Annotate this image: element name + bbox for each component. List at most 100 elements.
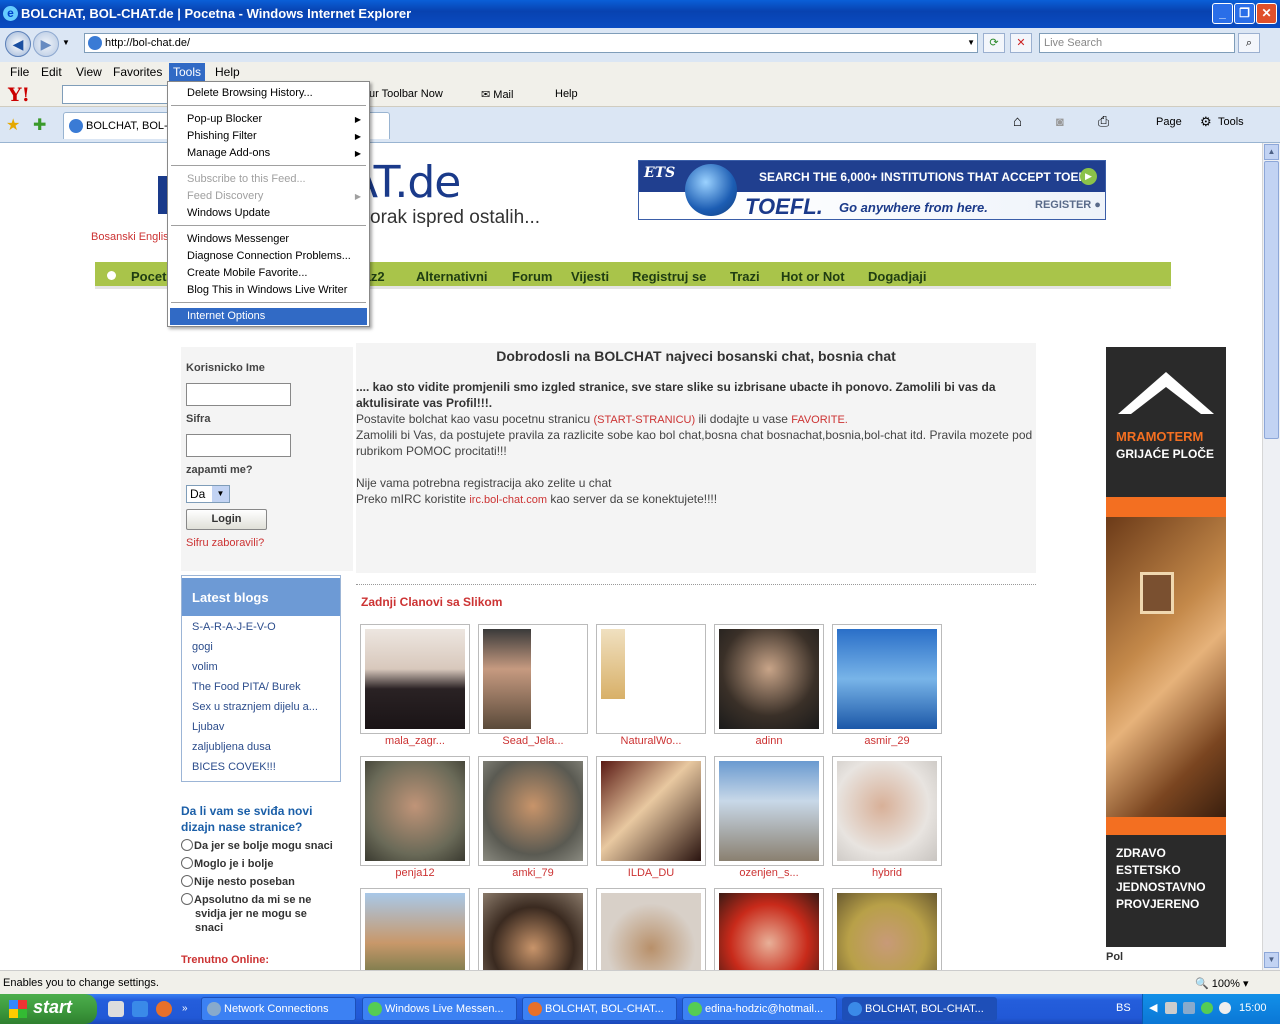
menu-popup-blocker[interactable]: Pop-up Blocker ▶ <box>170 111 367 128</box>
blog-link[interactable]: volim <box>192 661 218 673</box>
member-name[interactable]: hybrid <box>832 867 942 879</box>
tray-icon[interactable] <box>1201 1002 1213 1014</box>
help-button[interactable]: Help <box>555 88 578 100</box>
ie-quicklaunch-icon[interactable] <box>132 1001 148 1017</box>
menu-windows-messenger[interactable]: Windows Messenger <box>170 231 367 248</box>
menu-edit[interactable]: Edit <box>41 65 62 79</box>
member-photo[interactable] <box>596 888 706 970</box>
member-photo[interactable] <box>360 756 470 866</box>
blog-link[interactable]: gogi <box>192 641 213 653</box>
language-links[interactable]: Bosanski Englis <box>91 231 169 243</box>
menu-create-mobile-favorite[interactable]: Create Mobile Favorite... <box>170 265 367 282</box>
refresh-icon[interactable]: ⟳ <box>983 33 1005 53</box>
start-button[interactable]: start <box>0 994 97 1024</box>
menu-phishing-filter[interactable]: Phishing Filter ▶ <box>170 128 367 145</box>
vertical-scrollbar[interactable]: ▲ ▼ <box>1262 143 1280 970</box>
radio-icon[interactable] <box>181 893 193 905</box>
menu-view[interactable]: View <box>76 65 102 79</box>
nav-registruj[interactable]: Registruj se <box>632 269 706 284</box>
forward-button[interactable]: ▶ <box>33 31 59 57</box>
menu-internet-options[interactable]: Internet Options <box>170 308 367 325</box>
quicklaunch-more-icon[interactable]: » <box>182 1003 188 1014</box>
task-network-connections[interactable]: Network Connections <box>201 997 356 1021</box>
search-input[interactable]: Live Search <box>1039 33 1235 53</box>
member-photo[interactable] <box>478 756 588 866</box>
remember-select[interactable]: Da ▼ <box>186 485 230 503</box>
favorites-star-icon[interactable]: ★ <box>6 115 20 135</box>
menu-tools[interactable]: Tools <box>169 63 206 81</box>
tray-icon[interactable] <box>1165 1002 1177 1014</box>
member-photo[interactable] <box>360 888 470 970</box>
member-photo[interactable] <box>714 888 824 970</box>
home-icon[interactable]: ⌂ <box>1013 113 1022 130</box>
firefox-quicklaunch-icon[interactable] <box>156 1001 172 1017</box>
tools-command-menu[interactable]: Tools <box>1218 116 1244 128</box>
scroll-thumb[interactable] <box>1264 161 1279 439</box>
member-name[interactable]: NaturalWo... <box>596 735 706 747</box>
back-button[interactable]: ◀ <box>5 31 31 57</box>
feeds-icon[interactable]: ◙ <box>1056 114 1064 129</box>
member-photo[interactable] <box>478 624 588 734</box>
password-field[interactable] <box>186 434 291 457</box>
maximize-button[interactable]: ❐ <box>1234 3 1255 24</box>
tray-icon[interactable] <box>1183 1002 1195 1014</box>
forgot-password-link[interactable]: Sifru zaboravili? <box>186 537 264 549</box>
print-icon[interactable]: ⎙ <box>1098 113 1109 130</box>
member-name[interactable]: mala_zagr... <box>360 735 470 747</box>
menu-favorites[interactable]: Favorites <box>113 65 162 79</box>
menu-blog-this[interactable]: Blog This in Windows Live Writer <box>170 282 367 299</box>
nav-hot-or-not[interactable]: Hot or Not <box>781 269 845 284</box>
task-messenger[interactable]: Windows Live Messen... <box>362 997 517 1021</box>
tray-expand-icon[interactable]: ◀ <box>1149 1001 1157 1014</box>
member-photo[interactable] <box>478 888 588 970</box>
menu-help[interactable]: Help <box>215 65 240 79</box>
username-field[interactable] <box>186 383 291 406</box>
member-name[interactable]: Sead_Jela... <box>478 735 588 747</box>
menu-delete-history[interactable]: Delete Browsing History... <box>170 85 367 102</box>
blog-link[interactable]: S-A-R-A-J-E-V-O <box>192 621 276 633</box>
poll-option[interactable]: Da jer se bolje mogu snaci <box>181 839 333 853</box>
menu-diagnose-connection[interactable]: Diagnose Connection Problems... <box>170 248 367 265</box>
zoom-control[interactable]: 🔍 100% ▾ <box>1195 977 1248 990</box>
member-name[interactable]: amki_79 <box>478 867 588 879</box>
menu-windows-update[interactable]: Windows Update <box>170 205 367 222</box>
radio-icon[interactable] <box>181 839 193 851</box>
poll-option[interactable]: Moglo je i bolje <box>181 857 273 871</box>
member-name[interactable]: ILDA_DU <box>596 867 706 879</box>
show-desktop-icon[interactable] <box>108 1001 124 1017</box>
member-photo[interactable] <box>832 888 942 970</box>
poll-option[interactable]: Apsolutno da mi se ne svidja jer ne mogu… <box>181 893 331 935</box>
scroll-up-icon[interactable]: ▲ <box>1264 144 1279 160</box>
toefl-banner-ad[interactable]: ETS SEARCH THE 6,000+ INSTITUTIONS THAT … <box>638 160 1106 220</box>
nav-home[interactable]: Pocet <box>131 269 166 284</box>
member-photo[interactable] <box>714 756 824 866</box>
menu-manage-addons[interactable]: Manage Add-ons ▶ <box>170 145 367 162</box>
mail-button[interactable]: ✉ Mail <box>481 88 513 101</box>
nav-alternativni[interactable]: Alternativni <box>416 269 488 284</box>
task-bolchat-firefox[interactable]: BOLCHAT, BOL-CHAT... <box>522 997 677 1021</box>
blog-link[interactable]: Ljubav <box>192 721 224 733</box>
member-photo[interactable] <box>596 756 706 866</box>
favorites-link[interactable]: FAVORITE. <box>791 414 848 426</box>
nav-dogadjaji[interactable]: Dogadjaji <box>868 269 927 284</box>
mramoterm-ad[interactable]: MRAMOTERM GRIJAĆE PLOČE ZDRAVO ESTETSKO … <box>1106 347 1226 947</box>
member-name[interactable]: asmir_29 <box>832 735 942 747</box>
member-photo[interactable] <box>832 756 942 866</box>
search-icon[interactable]: ⌕ <box>1238 33 1260 53</box>
tray-icon[interactable] <box>1219 1002 1231 1014</box>
member-photo[interactable] <box>596 624 706 734</box>
add-favorites-icon[interactable]: ✚ <box>33 115 46 135</box>
nav-trazi[interactable]: Trazi <box>730 269 760 284</box>
member-photo[interactable] <box>832 624 942 734</box>
address-bar[interactable]: http://bol-chat.de/ ▼ <box>84 33 978 53</box>
blog-link[interactable]: BICES COVEK!!! <box>192 761 276 773</box>
blog-link[interactable]: Sex u straznjem dijelu a... <box>192 701 318 713</box>
blog-link[interactable]: The Food PITA/ Burek <box>192 681 301 693</box>
member-photo[interactable] <box>360 624 470 734</box>
task-hotmail-chat[interactable]: edina-hodzic@hotmail... <box>682 997 837 1021</box>
history-dropdown-icon[interactable]: ▼ <box>62 38 70 47</box>
blog-link[interactable]: zaljubljena dusa <box>192 741 271 753</box>
radio-icon[interactable] <box>181 875 193 887</box>
language-indicator[interactable]: BS <box>1116 1002 1131 1014</box>
poll-option[interactable]: Nije nesto poseban <box>181 875 295 889</box>
